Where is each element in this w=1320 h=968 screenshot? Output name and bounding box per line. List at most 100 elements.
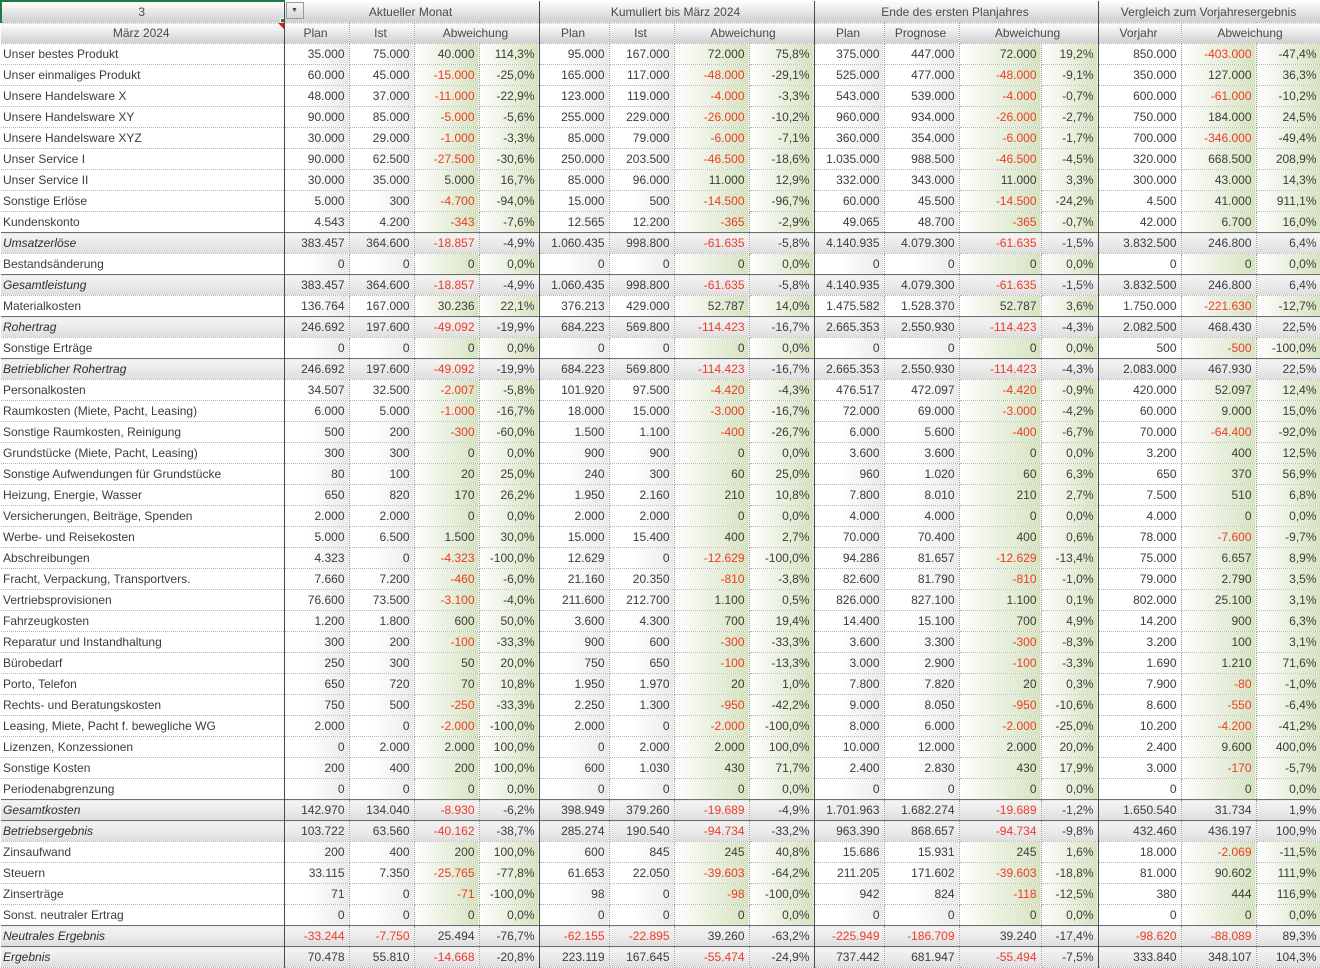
value-cell[interactable]: -2.000 <box>414 715 480 737</box>
value-cell[interactable]: 123.000 <box>538 85 610 107</box>
value-cell[interactable]: -2.000 <box>959 715 1042 737</box>
value-cell[interactable]: -61.635 <box>959 274 1042 296</box>
value-cell-percent[interactable]: -13,3% <box>749 652 815 674</box>
value-cell[interactable]: -810 <box>674 568 750 590</box>
value-cell[interactable]: 8.010 <box>884 484 960 506</box>
value-cell[interactable]: -114.423 <box>959 358 1042 380</box>
row-label[interactable]: Unsere Handelsware XYZ <box>1 127 285 149</box>
value-cell[interactable]: 2.550.930 <box>884 358 960 380</box>
value-cell[interactable]: 2.000 <box>538 715 610 737</box>
value-cell[interactable]: 1.528.370 <box>884 295 960 317</box>
value-cell[interactable]: 35.000 <box>283 43 350 65</box>
value-cell-percent[interactable]: 1,0% <box>749 673 815 695</box>
value-cell[interactable]: 4.079.300 <box>884 232 960 254</box>
value-cell[interactable]: 900 <box>538 631 610 653</box>
value-cell[interactable]: -100 <box>959 652 1042 674</box>
value-cell[interactable]: -7.750 <box>349 925 415 947</box>
value-cell-percent[interactable]: 0,0% <box>749 904 815 926</box>
value-cell-percent[interactable]: 116,9% <box>1256 883 1320 905</box>
value-cell-percent[interactable]: -5,7% <box>1256 757 1320 779</box>
row-label[interactable]: Gesamtleistung <box>1 274 285 296</box>
value-cell[interactable]: 0 <box>414 253 480 275</box>
value-cell[interactable]: -64.400 <box>1181 421 1257 443</box>
value-cell[interactable]: 246.800 <box>1181 232 1257 254</box>
value-cell-percent[interactable]: 26,2% <box>479 484 540 506</box>
value-cell[interactable]: 525.000 <box>813 64 885 86</box>
col-header-year-abweichung[interactable]: Abweichung <box>959 22 1099 44</box>
value-cell[interactable]: 2.790 <box>1181 568 1257 590</box>
value-cell-percent[interactable]: 19,2% <box>1041 43 1099 65</box>
value-cell[interactable]: 364.600 <box>349 232 415 254</box>
row-label[interactable]: Gesamtkosten <box>1 799 285 821</box>
row-label[interactable]: Kundenskonto <box>1 211 285 233</box>
row-label[interactable]: Werbe- und Reisekosten <box>1 526 285 548</box>
value-cell[interactable]: -550 <box>1181 694 1257 716</box>
row-label[interactable]: Versicherungen, Beiträge, Spenden <box>1 505 285 527</box>
value-cell[interactable]: 45.500 <box>884 190 960 212</box>
value-cell[interactable]: -400 <box>674 421 750 443</box>
value-cell-percent[interactable]: -7,5% <box>1041 946 1099 968</box>
col-header-month-plan[interactable]: Plan <box>283 22 350 44</box>
value-cell[interactable]: 4.543 <box>283 211 350 233</box>
value-cell[interactable]: 6.000 <box>813 421 885 443</box>
value-cell[interactable]: 5.000 <box>349 400 415 422</box>
row-label[interactable]: Fracht, Verpackung, Transportvers. <box>1 568 285 590</box>
value-cell[interactable]: 468.430 <box>1181 316 1257 338</box>
row-label[interactable]: Unsere Handelsware X <box>1 85 285 107</box>
value-cell-percent[interactable]: 0,3% <box>1041 673 1099 695</box>
value-cell[interactable]: 14.400 <box>813 610 885 632</box>
value-cell-percent[interactable]: -30,6% <box>479 148 540 170</box>
row-label[interactable]: Bürobedarf <box>1 652 285 674</box>
value-cell-percent[interactable]: -5,8% <box>749 274 815 296</box>
value-cell-percent[interactable]: -4,3% <box>749 379 815 401</box>
value-cell[interactable]: -22.895 <box>609 925 675 947</box>
value-cell-percent[interactable]: -42,2% <box>749 694 815 716</box>
value-cell[interactable]: 300.000 <box>1097 169 1182 191</box>
row-label[interactable]: Periodenabgrenzung <box>1 778 285 800</box>
value-cell[interactable]: 78.000 <box>1097 526 1182 548</box>
value-cell[interactable]: 63.560 <box>349 820 415 842</box>
value-cell[interactable]: 15.000 <box>538 526 610 548</box>
value-cell-percent[interactable]: -2,7% <box>1041 106 1099 128</box>
value-cell[interactable]: 10.000 <box>813 736 885 758</box>
value-cell[interactable]: 1.035.000 <box>813 148 885 170</box>
value-cell[interactable]: -400 <box>959 421 1042 443</box>
value-cell[interactable]: 6.000 <box>283 400 350 422</box>
value-cell[interactable]: -7.600 <box>1181 526 1257 548</box>
row-label[interactable]: Vertriebsprovisionen <box>1 589 285 611</box>
value-cell[interactable]: 960 <box>813 463 885 485</box>
value-cell-percent[interactable]: -64,2% <box>749 862 815 884</box>
value-cell[interactable]: 90.602 <box>1181 862 1257 884</box>
col-header-vorjahr[interactable]: Vorjahr <box>1097 22 1182 44</box>
value-cell[interactable]: 210 <box>674 484 750 506</box>
value-cell[interactable]: 0 <box>414 904 480 926</box>
value-cell[interactable]: 802.000 <box>1097 589 1182 611</box>
value-cell[interactable]: 3.600 <box>884 442 960 464</box>
value-cell[interactable]: -12.629 <box>674 547 750 569</box>
value-cell[interactable]: 4.323 <box>283 547 350 569</box>
row-label[interactable]: Abschreibungen <box>1 547 285 569</box>
value-cell[interactable]: 510 <box>1181 484 1257 506</box>
value-cell[interactable]: 1.100 <box>959 589 1042 611</box>
value-cell-percent[interactable]: -1,0% <box>1256 673 1320 695</box>
value-cell-percent[interactable]: 104,3% <box>1256 946 1320 968</box>
value-cell-percent[interactable]: -6,7% <box>1041 421 1099 443</box>
row-label[interactable]: Sonstige Aufwendungen für Grundstücke <box>1 463 285 485</box>
value-cell-percent[interactable]: 0,0% <box>749 505 815 527</box>
value-cell[interactable]: 539.000 <box>884 85 960 107</box>
value-cell[interactable]: 79.000 <box>609 127 675 149</box>
value-cell[interactable]: 1.200 <box>283 610 350 632</box>
value-cell[interactable]: 1.300 <box>609 694 675 716</box>
value-cell-percent[interactable]: 0,0% <box>1256 778 1320 800</box>
value-cell-percent[interactable]: 0,0% <box>1041 253 1099 275</box>
value-cell[interactable]: 0 <box>538 736 610 758</box>
value-cell[interactable]: 1.650.540 <box>1097 799 1182 821</box>
value-cell[interactable]: 0 <box>414 337 480 359</box>
value-cell-percent[interactable]: 6,3% <box>1041 463 1099 485</box>
value-cell[interactable]: 197.600 <box>349 316 415 338</box>
value-cell[interactable]: 1.475.582 <box>813 295 885 317</box>
value-cell[interactable]: 0 <box>813 778 885 800</box>
value-cell-percent[interactable]: 100,0% <box>479 841 540 863</box>
value-cell[interactable]: 37.000 <box>349 85 415 107</box>
value-cell[interactable]: 0 <box>1097 253 1182 275</box>
